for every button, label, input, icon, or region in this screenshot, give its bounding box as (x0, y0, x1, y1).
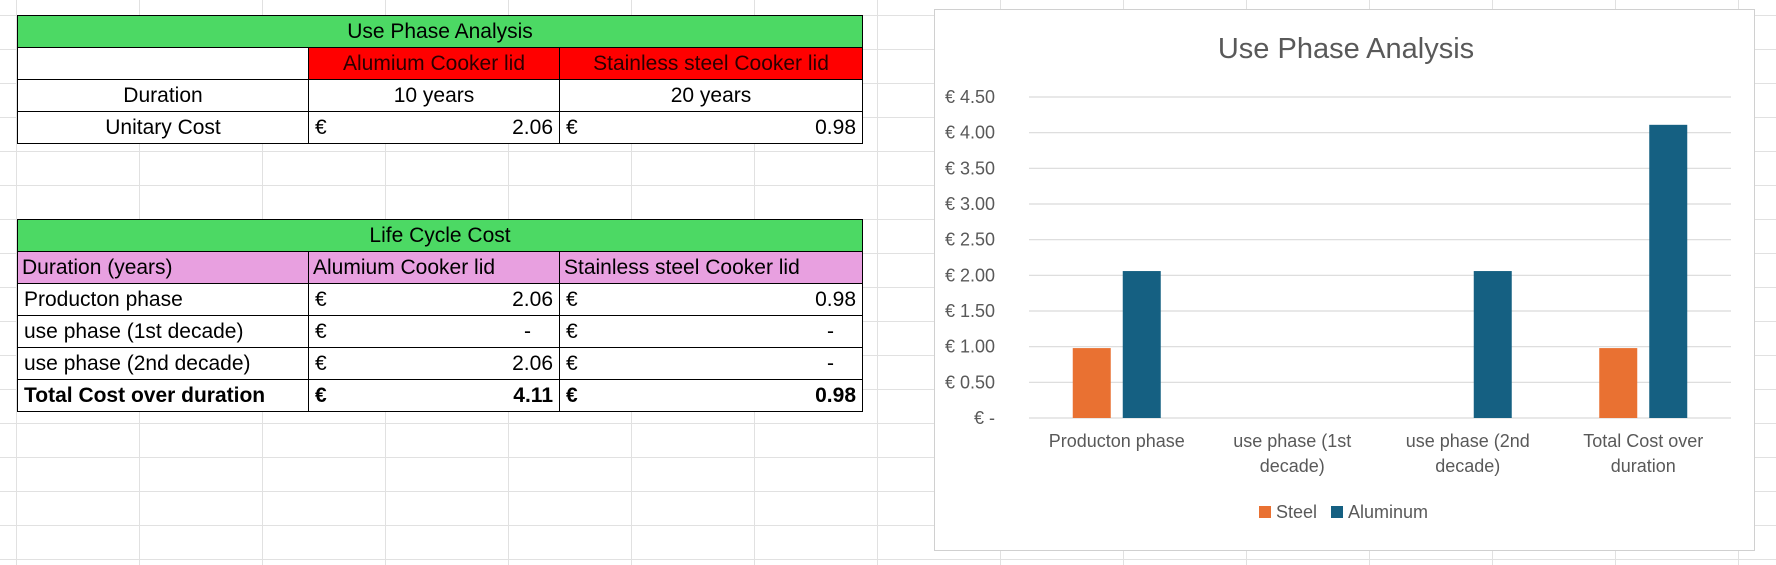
currency-symbol: € (315, 116, 327, 139)
chart-area[interactable]: Use Phase Analysis € - € 0.50 € 1.00 € 1.50 €… (934, 9, 1755, 551)
life-cycle-cost-table: Life Cycle Cost Duration (years) Alumium… (17, 219, 863, 412)
aluminium-value-cell[interactable]: € - (308, 315, 560, 348)
use-phase-title-cell[interactable]: Use Phase Analysis (17, 15, 863, 48)
aluminium-value-cell[interactable]: €2.06 (308, 347, 560, 380)
steel-value-cell[interactable]: € - (559, 315, 863, 348)
currency-symbol: € (566, 116, 578, 139)
steel-header-cell[interactable]: Stainless steel Cooker lid (559, 47, 863, 80)
aluminium-header-cell[interactable]: Alumium Cooker lid (308, 251, 560, 284)
bar-steel (1072, 348, 1111, 418)
row-label-cell[interactable]: Total Cost over duration (17, 379, 309, 412)
bar-aluminum (1122, 271, 1161, 418)
currency-symbol: € (566, 352, 578, 375)
steel-value-cell[interactable]: € - (559, 347, 863, 380)
y-tick-label: € 4.00 (945, 123, 995, 143)
cell-value: - (827, 352, 834, 375)
cell-value: 2.06 (512, 288, 553, 311)
row-label-cell[interactable]: Producton phase (17, 283, 309, 316)
currency-symbol: € (566, 288, 578, 311)
legend-swatch-aluminum (1331, 506, 1343, 518)
currency-symbol: € (315, 352, 327, 375)
cell-value: 0.98 (815, 288, 856, 311)
x-category-label: duration (1611, 456, 1676, 476)
currency-symbol: € (315, 288, 327, 311)
steel-header-cell[interactable]: Stainless steel Cooker lid (559, 251, 863, 284)
table-row: use phase (1st decade) € - € - (17, 315, 863, 348)
chart-title: Use Phase Analysis (1218, 33, 1474, 65)
table-row: Producton phase €2.06 €0.98 (17, 283, 863, 316)
bar-aluminum (1473, 271, 1512, 418)
x-category-label: decade) (1260, 456, 1325, 476)
steel-duration-cell[interactable]: 20 years (559, 79, 863, 112)
aluminium-duration-cell[interactable]: 10 years (308, 79, 560, 112)
table-row: Duration 10 years 20 years (17, 79, 863, 112)
y-tick-label: € 1.50 (945, 301, 995, 321)
x-category-label: Total Cost over (1583, 431, 1703, 451)
y-tick-label: € 4.50 (945, 87, 995, 107)
steel-unitary-cost-cell[interactable]: €0.98 (559, 111, 863, 144)
y-tick-label: € 3.50 (945, 158, 995, 178)
legend-swatch-steel (1259, 506, 1271, 518)
x-category-label: use phase (2nd (1406, 431, 1530, 451)
cell-value: 0.98 (815, 116, 856, 139)
aluminium-unitary-cost-cell[interactable]: €2.06 (308, 111, 560, 144)
cell-value: 4.11 (513, 384, 553, 407)
currency-symbol: € (315, 320, 327, 343)
use-phase-table: Use Phase Analysis Alumium Cooker lid St… (17, 15, 863, 144)
y-tick-label: € 2.00 (945, 265, 995, 285)
aluminium-header-cell[interactable]: Alumium Cooker lid (308, 47, 560, 80)
cell-value: 2.06 (512, 352, 553, 375)
table-row: use phase (2nd decade) €2.06 € - (17, 347, 863, 380)
empty-header-cell[interactable] (17, 47, 309, 80)
bar-chart: Use Phase Analysis € - € 0.50 € 1.00 € 1.50 €… (945, 33, 1731, 522)
x-category-label: Producton phase (1049, 431, 1185, 451)
row-label-cell[interactable]: use phase (1st decade) (17, 315, 309, 348)
aluminium-value-cell[interactable]: €4.11 (308, 379, 560, 412)
cell-value: - (827, 320, 834, 343)
bar-aluminum (1649, 124, 1688, 418)
y-tick-label: € 3.00 (945, 194, 995, 214)
cell-value: - (524, 320, 531, 343)
x-category-label: decade) (1435, 456, 1500, 476)
currency-symbol: € (315, 384, 327, 407)
y-tick-label: € 2.50 (945, 230, 995, 250)
bar-steel (1599, 348, 1638, 418)
currency-symbol: € (566, 384, 578, 407)
table-row: Unitary Cost €2.06 €0.98 (17, 111, 863, 144)
cell-value: 0.98 (815, 384, 856, 407)
cell-value: 2.06 (512, 116, 553, 139)
unitary-cost-label-cell[interactable]: Unitary Cost (17, 111, 309, 144)
y-tick-label: € 1.00 (945, 337, 995, 357)
duration-label-cell[interactable]: Duration (17, 79, 309, 112)
steel-value-cell[interactable]: €0.98 (559, 283, 863, 316)
aluminium-value-cell[interactable]: €2.06 (308, 283, 560, 316)
duration-years-header-cell[interactable]: Duration (years) (17, 251, 309, 284)
legend-label: Aluminum (1348, 502, 1428, 522)
steel-value-cell[interactable]: €0.98 (559, 379, 863, 412)
row-label-cell[interactable]: use phase (2nd decade) (17, 347, 309, 380)
legend-label: Steel (1276, 502, 1317, 522)
y-tick-label: € 0.50 (945, 372, 995, 392)
currency-symbol: € (566, 320, 578, 343)
table-row: Total Cost over duration €4.11 €0.98 (17, 379, 863, 412)
y-tick-label: € - (974, 408, 995, 428)
life-cycle-title-cell[interactable]: Life Cycle Cost (17, 219, 863, 252)
x-category-label: use phase (1st (1233, 431, 1351, 451)
